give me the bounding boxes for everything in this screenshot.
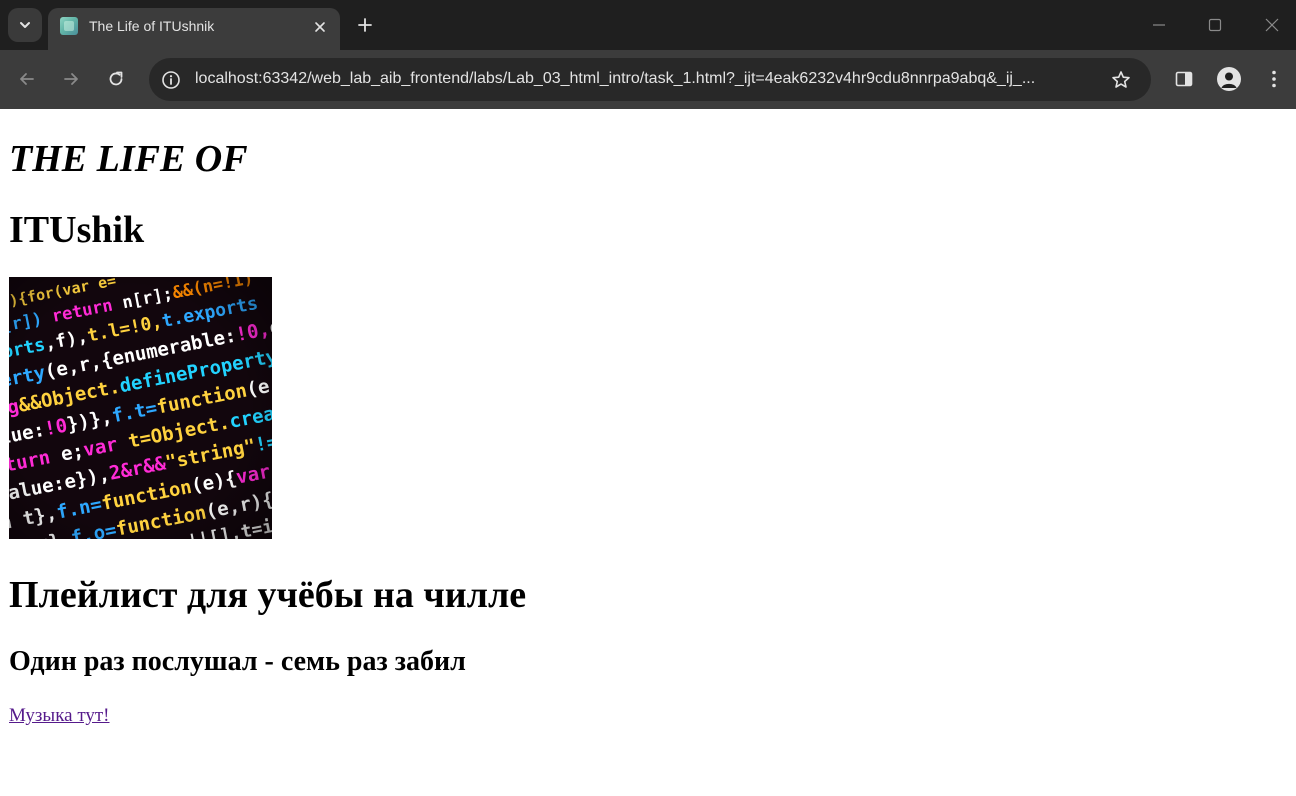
reload-icon — [109, 71, 123, 86]
browser-toolbar: localhost:63342/web_lab_aib_frontend/lab… — [0, 50, 1296, 109]
side-panel-button[interactable] — [1169, 64, 1199, 94]
code-screenshot-image: tion t(){for(var e= if(n[r]) return n[r]… — [9, 277, 272, 539]
info-icon — [162, 71, 180, 89]
page-content: THE LIFE OF ITUshik tion t(){for(var e= … — [0, 109, 1296, 796]
bookmark-button[interactable] — [1109, 68, 1133, 92]
plus-icon — [358, 18, 372, 32]
chevron-down-icon — [20, 22, 30, 28]
site-info-button[interactable] — [159, 68, 183, 92]
active-tab[interactable]: The Life of ITUshnik — [48, 8, 340, 50]
profile-icon — [1217, 67, 1241, 91]
maximize-button[interactable] — [1200, 10, 1230, 40]
page-heading-italic: THE LIFE OF — [9, 138, 248, 180]
maximize-icon — [1208, 18, 1222, 32]
address-bar[interactable]: localhost:63342/web_lab_aib_frontend/lab… — [149, 58, 1151, 101]
playlist-tagline: Один раз послушал - семь раз забил — [9, 646, 466, 677]
new-tab-button[interactable] — [352, 12, 378, 38]
page-favicon — [60, 17, 78, 35]
minimize-button[interactable] — [1144, 10, 1174, 40]
reload-button[interactable] — [101, 64, 131, 94]
kebab-menu-icon — [1272, 70, 1276, 88]
music-link[interactable]: Музыка тут! — [9, 704, 110, 728]
minimize-icon — [1153, 24, 1165, 26]
browser-menu-button[interactable] — [1259, 64, 1289, 94]
forward-button[interactable] — [56, 64, 86, 94]
tab-strip: The Life of ITUshnik — [0, 0, 1296, 50]
playlist-heading: Плейлист для учёбы на чилле — [9, 574, 527, 616]
forward-arrow-icon — [64, 73, 78, 85]
side-panel-icon — [1175, 71, 1193, 87]
close-icon — [315, 22, 325, 32]
page-heading-name: ITUshik — [9, 209, 145, 251]
back-button[interactable] — [12, 64, 42, 94]
tab-search-button[interactable] — [8, 8, 42, 42]
back-arrow-icon — [20, 73, 34, 85]
url-text[interactable]: localhost:63342/web_lab_aib_frontend/lab… — [195, 70, 1105, 88]
star-icon — [1112, 71, 1130, 88]
tab-close-button[interactable] — [310, 17, 330, 37]
close-window-button[interactable] — [1257, 10, 1287, 40]
profile-button[interactable] — [1214, 64, 1244, 94]
close-icon — [1265, 18, 1279, 32]
tab-title: The Life of ITUshnik — [89, 18, 215, 34]
